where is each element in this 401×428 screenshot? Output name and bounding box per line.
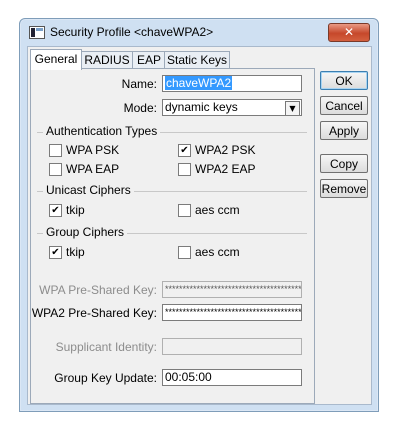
- group-key-update-label: Group Key Update:: [54, 371, 157, 385]
- unicast-aes-box[interactable]: [178, 204, 191, 217]
- tab-general[interactable]: General: [30, 49, 82, 70]
- copy-button[interactable]: Copy: [320, 154, 368, 173]
- tab-static-keys[interactable]: Static Keys: [164, 51, 230, 69]
- app-icon: [29, 26, 45, 39]
- group-aes-box[interactable]: [178, 246, 191, 259]
- group-ciphers-group: Group Ciphers: [37, 226, 307, 239]
- supplicant-identity-label: Supplicant Identity:: [55, 340, 157, 354]
- auth-types-group: Authentication Types: [37, 125, 307, 138]
- unicast-ciphers-heading: Unicast Ciphers: [43, 184, 134, 197]
- wpa-psk-key-label: WPA Pre-Shared Key:: [39, 283, 157, 297]
- dropdown-arrow-icon[interactable]: ▼: [285, 101, 300, 115]
- tab-radius[interactable]: RADIUS: [80, 51, 134, 69]
- wpa-eap-box[interactable]: [49, 163, 62, 176]
- window-title: Security Profile <chaveWPA2>: [50, 25, 214, 39]
- name-value: chaveWPA2: [165, 76, 233, 90]
- unicast-ciphers-group: Unicast Ciphers: [37, 184, 307, 197]
- auth-types-heading: Authentication Types: [43, 125, 161, 138]
- name-label: Name:: [121, 77, 157, 91]
- wpa2-psk-key-field[interactable]: ****************************************…: [162, 304, 302, 321]
- wpa-psk-key-field[interactable]: ****************************************…: [162, 281, 302, 298]
- wpa-psk-box[interactable]: [49, 144, 62, 157]
- wpa-psk-label: WPA PSK: [66, 143, 120, 157]
- dialog-client-area: General RADIUS EAP Static Keys Name: cha…: [27, 46, 372, 405]
- close-button[interactable]: ✕: [328, 23, 370, 42]
- title-bar[interactable]: Security Profile <chaveWPA2> ✕: [20, 19, 378, 46]
- wpa2-eap-box[interactable]: [178, 163, 191, 176]
- cancel-button[interactable]: Cancel: [320, 96, 368, 115]
- wpa-eap-label: WPA EAP: [66, 162, 120, 176]
- unicast-aes-label: aes ccm: [195, 203, 240, 217]
- check-icon[interactable]: ✔: [49, 204, 62, 217]
- wpa2-eap-label: WPA2 EAP: [195, 162, 256, 176]
- unicast-tkip-label: tkip: [66, 203, 85, 217]
- supplicant-identity-field[interactable]: [162, 338, 302, 355]
- general-panel: Name: chaveWPA2 Mode: dynamic keys ▼ Aut…: [30, 68, 315, 404]
- check-icon[interactable]: ✔: [49, 246, 62, 259]
- mode-dropdown[interactable]: dynamic keys ▼: [162, 99, 302, 116]
- group-ciphers-heading: Group Ciphers: [43, 226, 128, 239]
- check-icon[interactable]: ✔: [178, 144, 191, 157]
- apply-button[interactable]: Apply: [320, 121, 368, 140]
- mode-value: dynamic keys: [165, 100, 238, 114]
- close-icon: ✕: [343, 25, 355, 39]
- wpa2-psk-label: WPA2 PSK: [195, 143, 256, 157]
- wpa2-psk-key-label: WPA2 Pre-Shared Key:: [31, 306, 157, 320]
- group-aes-label: aes ccm: [195, 245, 240, 259]
- group-tkip-label: tkip: [66, 245, 85, 259]
- mode-label: Mode:: [123, 101, 157, 115]
- remove-button[interactable]: Remove: [320, 179, 368, 198]
- group-key-update-field[interactable]: 00:05:00: [162, 369, 302, 386]
- security-profile-window: Security Profile <chaveWPA2> ✕ General R…: [19, 18, 379, 412]
- tab-eap[interactable]: EAP: [132, 51, 166, 69]
- name-field[interactable]: chaveWPA2: [162, 75, 302, 92]
- ok-button[interactable]: OK: [320, 71, 368, 90]
